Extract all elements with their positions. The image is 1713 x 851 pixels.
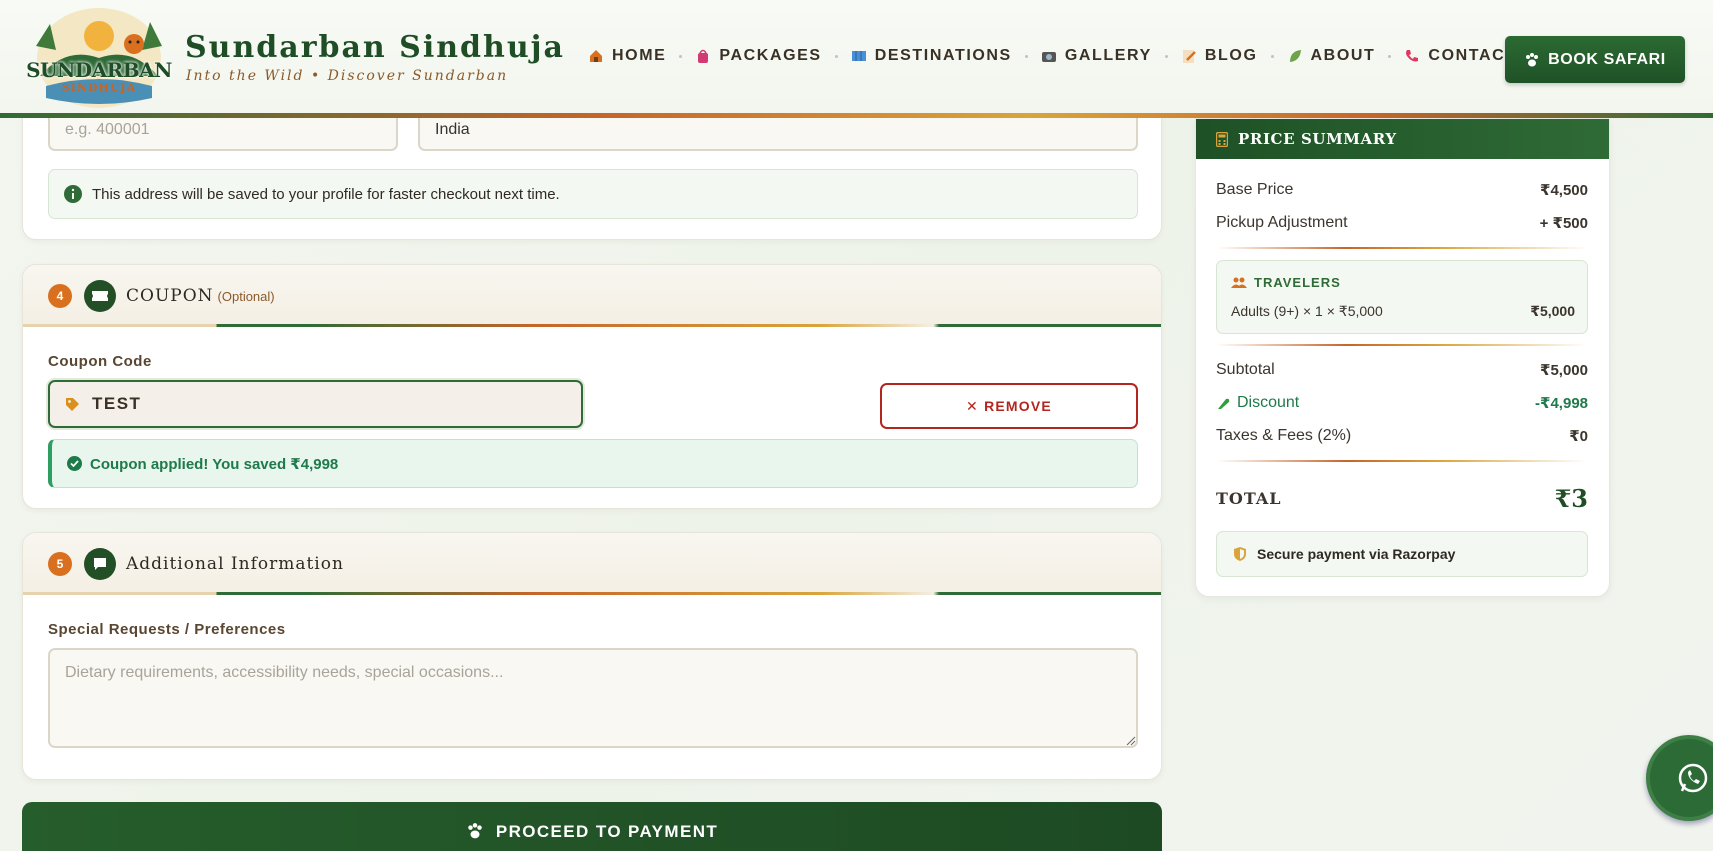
nav-divider [679,54,683,58]
base-price-row: Base Price ₹4,500 [1216,181,1588,199]
special-requests-label: Special Requests / Preferences [48,621,286,638]
phone-icon [1406,50,1419,62]
leaf-icon [1289,50,1301,62]
nav-blog-label: BLOG [1204,47,1258,64]
book-safari-button[interactable]: BOOK SAFARI [1505,36,1685,83]
secure-payment-text: Secure payment via Razorpay [1257,546,1456,562]
nav-home[interactable]: HOME [588,47,666,65]
nav-contact[interactable]: CONTACT [1404,47,1516,65]
coupon-card: 4 COUPON (Optional) Coupon Code TEST ✕ RE… [22,264,1162,509]
info-icon [64,185,82,203]
camera-icon [1041,52,1056,62]
nav-divider [1024,54,1028,58]
ticket-icon [84,280,116,312]
step-number: 4 [48,284,72,308]
section-title: COUPON (Optional) [126,286,275,306]
additional-info-header: 5 Additional Information [23,533,1161,595]
check-circle-icon [67,456,82,471]
coupon-code-label: Coupon Code [48,353,152,370]
nav-contact-label: CONTACT [1428,47,1517,64]
total-value: ₹3 [1554,484,1588,513]
total-label: TOTAL [1216,489,1282,508]
nav-about-label: ABOUT [1310,47,1376,64]
map-icon [851,51,866,61]
section-title: Additional Information [126,554,344,574]
nav-blog[interactable]: BLOG [1181,47,1258,65]
site-header: SUNDARBAN SINDHUJA Sundarban Sindhuja In… [0,0,1713,118]
price-summary-title: PRICE SUMMARY [1238,130,1397,148]
paw-icon [468,823,482,839]
address-info-box: This address will be saved to your profi… [48,169,1138,219]
remove-coupon-button[interactable]: ✕ REMOVE [880,383,1138,429]
summary-divider [1216,247,1588,249]
proceed-label: PROCEED TO PAYMENT [495,822,719,841]
travelers-box: TRAVELERS Adults (9+) × 1 × ₹5,000 ₹5,00… [1216,260,1588,334]
header-divider [0,113,1713,118]
proceed-to-payment-button[interactable]: PROCEED TO PAYMENT [22,802,1162,851]
coupon-code-value: TEST [92,394,142,413]
nav-packages-label: PACKAGES [719,47,822,64]
nav-destinations[interactable]: DESTINATIONS [851,47,1012,65]
nav-divider [1270,54,1274,58]
brand-title[interactable]: Sundarban Sindhuja [185,30,565,65]
shield-icon [1234,547,1246,561]
resize-handle-icon[interactable] [1126,736,1136,746]
taxes-row: Taxes & Fees (2%) ₹0 [1216,427,1588,445]
step-number: 5 [48,552,72,576]
whatsapp-icon [1678,763,1708,793]
discount-row: Discount -₹4,998 [1216,394,1588,412]
users-icon [1231,277,1247,288]
additional-info-card: 5 Additional Information Special Request… [22,532,1162,780]
memo-icon [1182,50,1196,63]
coupon-header: 4 COUPON (Optional) [23,265,1161,327]
summary-divider [1216,460,1588,462]
nav-home-label: HOME [612,47,667,64]
main-nav: HOME PACKAGES DESTINATIONS GALLERY BLOG … [588,47,1517,65]
nav-divider [1388,54,1392,58]
coupon-success-text: Coupon applied! You saved ₹4,998 [90,455,339,473]
special-requests-textarea[interactable]: Dietary requirements, accessibility need… [48,648,1138,748]
house-icon [590,50,602,62]
nav-gallery[interactable]: GALLERY [1041,47,1152,65]
summary-divider [1216,344,1588,346]
nav-packages[interactable]: PACKAGES [695,47,821,65]
nav-destinations-label: DESTINATIONS [874,47,1012,64]
paw-icon [1526,52,1539,66]
coupon-success-box: Coupon applied! You saved ₹4,998 [48,439,1138,488]
calculator-icon [1216,131,1228,147]
travelers-title: TRAVELERS [1254,275,1341,290]
tag-icon [66,397,79,411]
brand-logo[interactable]: SUNDARBAN SINDHUJA [26,6,172,110]
travelers-line: Adults (9+) × 1 × ₹5,000 [1231,303,1383,319]
price-summary-panel: PRICE SUMMARY Base Price ₹4,500 Pickup Ad… [1195,118,1610,597]
chat-icon [84,548,116,580]
pickup-adjustment-row: Pickup Adjustment + ₹500 [1216,214,1588,232]
brand-tagline: Into the Wild • Discover Sundarban [186,68,509,84]
address-info-text: This address will be saved to your profi… [92,185,560,203]
price-summary-header: PRICE SUMMARY [1196,119,1609,159]
subtotal-row: Subtotal ₹5,000 [1216,361,1588,379]
logo-text: SUNDARBAN [26,58,172,82]
nav-gallery-label: GALLERY [1064,47,1152,64]
bag-icon [698,49,709,63]
logo-subtext: SINDHUJA [61,81,137,94]
nav-divider [834,54,838,58]
book-safari-label: BOOK SAFARI [1548,50,1666,68]
total-row: TOTAL ₹3 [1216,484,1588,513]
travelers-value: ₹5,000 [1530,303,1575,319]
nav-about[interactable]: ABOUT [1287,47,1376,65]
tag-icon [1218,398,1230,409]
nav-divider [1164,54,1168,58]
whatsapp-button[interactable] [1646,735,1713,821]
coupon-code-input[interactable]: TEST [48,380,583,428]
secure-payment-box: Secure payment via Razorpay [1216,531,1588,577]
